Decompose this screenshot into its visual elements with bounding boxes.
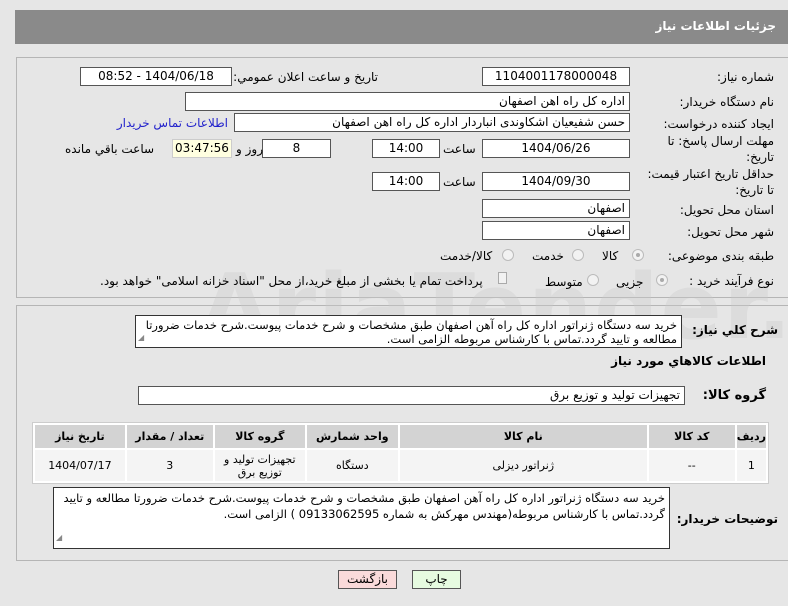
cell-date: 1404/07/17 [35, 450, 125, 481]
need-number-field: 1104001178000048 [482, 67, 630, 86]
goods-group-label: گروه کالا: [702, 388, 766, 403]
province-field: اصفهان [482, 199, 630, 218]
col-date: تاریخ نیاز [35, 425, 125, 448]
process-label: نوع فرآیند خرید : [689, 274, 774, 288]
cell-unit: دستگاه [306, 450, 398, 481]
deadline-time-label: ساعت [443, 142, 476, 156]
col-unit: واحد شمارش [306, 425, 398, 448]
city-label: شهر محل تحویل: [687, 225, 774, 239]
goods-table: ردیف کد کالا نام کالا واحد شمارش گروه کا… [32, 422, 769, 484]
category-service-radio[interactable] [572, 249, 584, 261]
creator-field: حسن شفیعیان اشکاوندی انباردار اداره کل ر… [234, 113, 630, 132]
category-service-label: خدمت [532, 249, 564, 263]
days-label: روز و [236, 142, 263, 156]
process-medium-label: متوسط [545, 275, 583, 289]
col-row: ردیف [736, 425, 766, 448]
cell-row: 1 [736, 450, 766, 481]
need-number-label: شماره نیاز: [717, 70, 774, 84]
back-button[interactable]: بازگشت [338, 570, 397, 589]
validity-date-field: 1404/09/30 [482, 172, 630, 191]
category-both-label: کالا/خدمت [440, 249, 493, 263]
resize-grip-icon[interactable]: ◢ [138, 331, 144, 345]
summary-label: شرح کلي نیاز: [692, 323, 778, 337]
cell-group: تجهیزات تولید و توزیع برق [214, 450, 305, 481]
announce-field: 1404/06/18 - 08:52 [80, 67, 232, 86]
deadline-time-field: 14:00 [372, 139, 440, 158]
notes-label: توضیحات خریدار: [676, 512, 778, 526]
city-field: اصفهان [482, 221, 630, 240]
process-small-label: جزیی [616, 275, 644, 289]
table-header-row: ردیف کد کالا نام کالا واحد شمارش گروه کا… [35, 425, 766, 448]
remaining-label: ساعت باقي مانده [65, 142, 155, 156]
col-code: کد کالا [648, 425, 735, 448]
notes-textarea[interactable]: خرید سه دستگاه ژنراتور اداره کل راه آهن … [53, 487, 670, 549]
payment-note: پرداخت تمام یا بخشی از مبلغ خرید،از محل … [100, 274, 483, 288]
validity-time-field: 14:00 [372, 172, 440, 191]
province-label: استان محل تحویل: [679, 203, 774, 217]
deadline-date-field: 1404/06/26 [482, 139, 630, 158]
days-field: 8 [262, 139, 331, 158]
summary-text: خرید سه دستگاه ژنراتور اداره کل راه آهن … [145, 318, 677, 346]
process-small-radio[interactable] [656, 274, 668, 286]
cell-name: ژنراتور دیزلی [399, 450, 647, 481]
summary-textarea[interactable]: خرید سه دستگاه ژنراتور اداره کل راه آهن … [135, 315, 682, 348]
col-qty: تعداد / مقدار [126, 425, 213, 448]
category-goods-label: کالا [602, 249, 619, 263]
announce-label: تاریخ و ساعت اعلان عمومي: [233, 70, 378, 84]
buyer-org-label: نام دستگاه خریدار: [679, 95, 775, 109]
notes-text: خرید سه دستگاه ژنراتور اداره کل راه آهن … [63, 491, 665, 521]
page-header: جزئیات اطلاعات نیاز [15, 10, 788, 44]
creator-label: ایجاد کننده درخواست: [663, 117, 774, 131]
table-row: 1 -- ژنراتور دیزلی دستگاه تجهیزات تولید … [35, 450, 766, 481]
deadline-label: مهلت ارسال پاسخ: تا تاریخ: [667, 134, 774, 164]
remaining-time-field: 03:47:56 [172, 139, 232, 158]
buyer-org-field: اداره کل راه اهن اصفهان [185, 92, 630, 111]
print-button[interactable]: چاپ [412, 570, 461, 589]
cell-qty: 3 [126, 450, 213, 481]
goods-heading: اطلاعات کالاهاي مورد نیاز [611, 354, 766, 368]
category-both-radio[interactable] [502, 249, 514, 261]
validity-time-label: ساعت [443, 175, 476, 189]
validity-label: حداقل تاریخ اعتبار قیمت: تا تاریخ: [647, 167, 774, 197]
category-label: طبقه بندی موضوعی: [667, 249, 774, 263]
cell-code: -- [648, 450, 735, 481]
goods-group-field: تجهیزات تولید و توزیع برق [138, 386, 685, 405]
payment-checkbox[interactable] [498, 272, 507, 284]
process-medium-radio[interactable] [587, 274, 599, 286]
buyer-contact-link[interactable]: اطلاعات تماس خریدار [117, 116, 228, 130]
col-name: نام کالا [399, 425, 647, 448]
category-goods-radio[interactable] [632, 249, 644, 261]
resize-grip-icon[interactable]: ◢ [56, 530, 62, 546]
col-group: گروه کالا [214, 425, 305, 448]
